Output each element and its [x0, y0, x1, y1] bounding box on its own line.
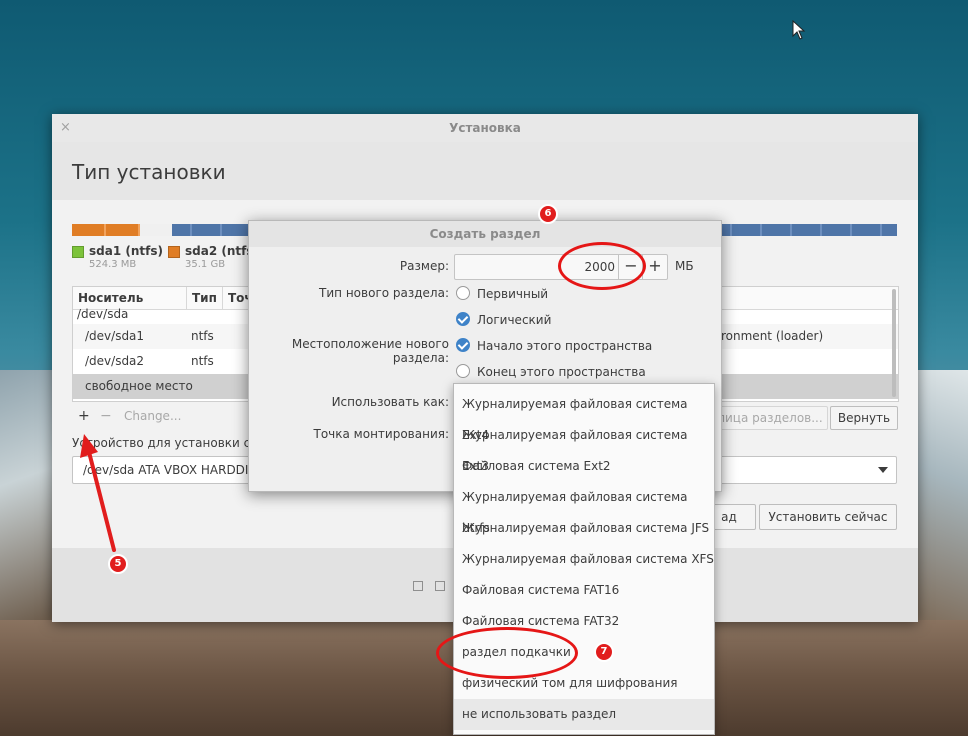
radio-checked-icon: [456, 338, 470, 352]
window-title: Установка: [449, 121, 521, 135]
use-as-label: Использовать как:: [331, 395, 449, 409]
size-label: Размер:: [399, 259, 449, 273]
progress-dots: [413, 580, 457, 594]
page-title: Тип установки: [72, 160, 226, 184]
menu-item-fat16[interactable]: Файловая система FAT16: [454, 575, 714, 606]
new-partition-table-button[interactable]: лица разделов...: [712, 406, 828, 430]
page-header: Тип установки: [52, 142, 918, 201]
menu-item-do-not-use[interactable]: не использовать раздел: [454, 699, 714, 730]
legend-swatch-sda2: [168, 245, 180, 258]
revert-button[interactable]: Вернуть: [830, 406, 898, 430]
size-unit: МБ: [675, 259, 694, 273]
menu-item-jfs[interactable]: Журналируемая файловая система JFS: [454, 513, 714, 544]
column-type[interactable]: Тип: [187, 287, 223, 309]
column-device[interactable]: Носитель: [73, 287, 187, 309]
window-titlebar: × Установка: [52, 114, 918, 142]
annotation-swap-circle: [436, 627, 578, 679]
mount-point-label: Точка монтирования:: [313, 427, 450, 441]
menu-item-btrfs[interactable]: Журналируемая файловая система btrfs: [454, 482, 714, 535]
legend-swatch-sda1: [72, 245, 84, 258]
progress-dot: [435, 581, 445, 591]
radio-icon: [456, 286, 470, 300]
table-scrollbar[interactable]: [892, 289, 896, 397]
add-partition-button[interactable]: +: [78, 406, 90, 426]
radio-logical[interactable]: Логический: [456, 312, 551, 328]
menu-item-ext4[interactable]: Журналируемая файловая система Ext4: [454, 389, 714, 442]
menu-item-xfs[interactable]: Журналируемая файловая система XFS: [454, 544, 714, 575]
change-partition-button[interactable]: Change...: [124, 406, 181, 426]
dialog-title: Создать раздел: [249, 221, 721, 247]
partition-bar-sda2: [140, 224, 172, 236]
annotation-size-circle: [558, 242, 646, 290]
radio-primary[interactable]: Первичный: [456, 286, 548, 302]
install-now-button[interactable]: Установить сейчас: [759, 504, 897, 530]
close-icon[interactable]: ×: [60, 120, 71, 135]
partition-type-label: Тип нового раздела:: [319, 286, 449, 300]
annotation-badge-7: 7: [594, 642, 614, 662]
annotation-badge-5: 5: [108, 554, 128, 574]
annotation-arrow-icon: [80, 434, 116, 552]
menu-item-ext3[interactable]: Журналируемая файловая система Ext3: [454, 420, 714, 473]
legend-sda2: sda2 (ntfs) 35.1 GB: [168, 244, 259, 270]
radio-location-start[interactable]: Начало этого пространства: [456, 338, 652, 354]
use-as-dropdown: Журналируемая файловая система Ext4 Журн…: [453, 383, 715, 735]
radio-icon: [456, 364, 470, 378]
location-label: Местоположение нового раздела:: [291, 337, 449, 365]
legend-sda1: sda1 (ntfs) 524.3 MB: [72, 244, 163, 270]
remove-partition-button[interactable]: −: [100, 406, 112, 426]
progress-dot: [413, 581, 423, 591]
chevron-down-icon: [878, 467, 888, 473]
partition-bar-sda1: [72, 224, 140, 236]
radio-location-end[interactable]: Конец этого пространства: [456, 364, 646, 380]
radio-checked-icon: [456, 312, 470, 326]
menu-item-ext2[interactable]: Файловая система Ext2: [454, 451, 714, 482]
annotation-badge-6: 6: [538, 204, 558, 224]
